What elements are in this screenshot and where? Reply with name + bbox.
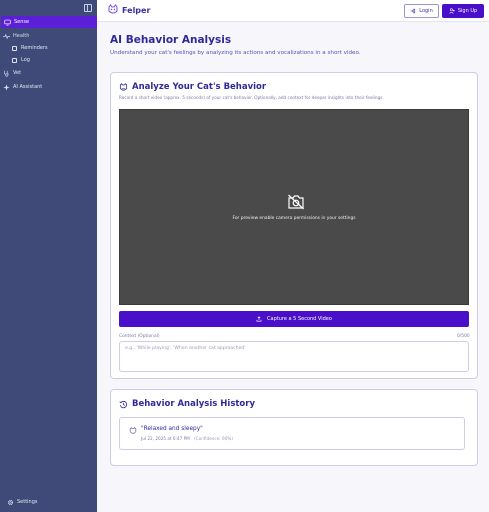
stethoscope-icon — [3, 70, 10, 77]
sparkle-icon — [3, 83, 10, 91]
sidebar-item-vet[interactable]: Vet — [0, 67, 21, 79]
sidebar-item-label: Settings — [17, 499, 38, 505]
history-title-text: Behavior Analysis History — [132, 399, 256, 409]
brand-name: Felper — [122, 5, 151, 15]
analyze-description: Record a short video (approx. 5 seconds)… — [119, 95, 384, 100]
video-preview: For preview enable camera permissions in… — [119, 109, 469, 305]
sidebar-item-sense[interactable]: Sense — [1, 16, 97, 28]
sidebar-item-label: Vet — [13, 70, 22, 76]
sidebar-item-label: Health — [13, 33, 30, 39]
history-card-title: Behavior Analysis History — [119, 399, 255, 409]
login-icon — [410, 8, 416, 14]
page-title: AI Behavior Analysis — [110, 34, 232, 46]
login-label: Login — [419, 8, 433, 14]
sidebar-item-label: Sense — [14, 19, 30, 25]
sidebar-toggle-icon[interactable] — [84, 4, 92, 12]
analyze-title-text: Analyze Your Cat's Behavior — [132, 82, 267, 92]
sidebar-item-settings[interactable]: Settings — [0, 496, 38, 508]
calendar-icon — [11, 45, 18, 52]
analyze-card: Analyze Your Cat's Behavior Record a sho… — [110, 72, 478, 379]
login-button[interactable]: Login — [404, 4, 439, 18]
sidebar-item-log[interactable]: Log — [0, 54, 30, 66]
history-meta: Jul 22, 2025 at 6:47 PM (Confidence: 90%… — [141, 436, 233, 441]
history-icon — [119, 400, 128, 408]
capture-label: Capture a 5 Second Video — [267, 316, 332, 322]
cat-paw-logo-icon — [108, 4, 118, 14]
heartbeat-icon — [3, 33, 10, 40]
history-confidence: (Confidence: 90%) — [194, 436, 233, 441]
top-header: Felper Login Sign Up — [97, 0, 489, 22]
history-card: Behavior Analysis History "Relaxed and s… — [110, 389, 478, 466]
sidebar-item-label: AI Assistant — [13, 84, 43, 90]
gear-icon — [7, 499, 14, 506]
sidebar-item-label: Log — [21, 57, 30, 63]
camera-permission-message: For preview enable camera permissions in… — [232, 216, 356, 221]
history-list-item[interactable]: "Relaxed and sleepy" Jul 22, 2025 at 6:4… — [119, 417, 465, 450]
history-summary: "Relaxed and sleepy" — [141, 426, 203, 432]
sidebar-item-label: Reminders — [21, 45, 48, 51]
monitor-icon — [4, 19, 11, 26]
sidebar: Sense Health Reminders Log Vet AI Assist… — [0, 0, 97, 512]
cat-face-icon — [119, 82, 128, 91]
sidebar-item-reminders[interactable]: Reminders — [0, 42, 48, 54]
upload-icon — [256, 316, 262, 322]
signup-button[interactable]: Sign Up — [442, 4, 484, 18]
capture-video-button[interactable]: Capture a 5 Second Video — [119, 311, 469, 327]
sidebar-item-health[interactable]: Health — [0, 30, 29, 42]
page-subtitle: Understand your cat's feelings by analyz… — [110, 50, 361, 56]
signup-label: Sign Up — [457, 8, 478, 14]
list-icon — [11, 57, 18, 64]
context-label: Context (Optional) — [119, 334, 160, 339]
history-date: Jul 22, 2025 at 6:47 PM — [141, 436, 190, 441]
camera-off-icon — [288, 194, 304, 210]
sidebar-item-ai-assistant[interactable]: AI Assistant — [0, 81, 42, 93]
cat-face-icon — [129, 427, 137, 434]
context-char-count: 0/500 — [457, 334, 470, 339]
brand-logo[interactable]: Felper — [107, 4, 150, 16]
analyze-card-title: Analyze Your Cat's Behavior — [119, 82, 266, 92]
context-input[interactable] — [119, 341, 469, 372]
user-plus-icon — [449, 8, 455, 14]
